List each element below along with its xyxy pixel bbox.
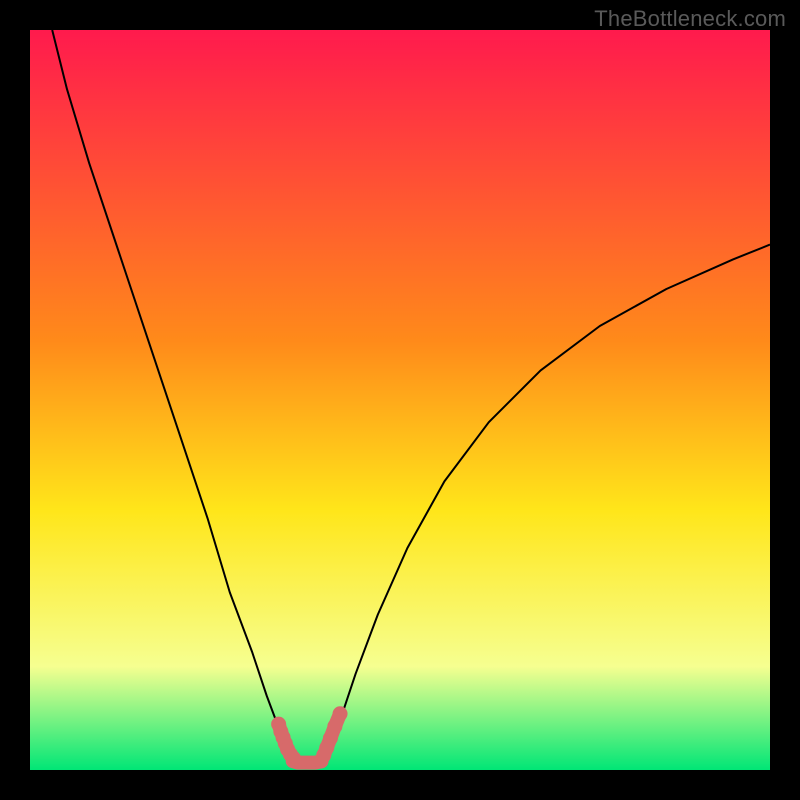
chart-frame: TheBottleneck.com bbox=[0, 0, 800, 800]
watermark-text: TheBottleneck.com bbox=[594, 6, 786, 32]
plot-area bbox=[30, 30, 770, 770]
series-highlight-right-ascent-bead bbox=[333, 706, 348, 721]
series-highlight-left-descent-bead bbox=[286, 751, 301, 766]
chart-svg bbox=[30, 30, 770, 770]
gradient-background bbox=[30, 30, 770, 770]
